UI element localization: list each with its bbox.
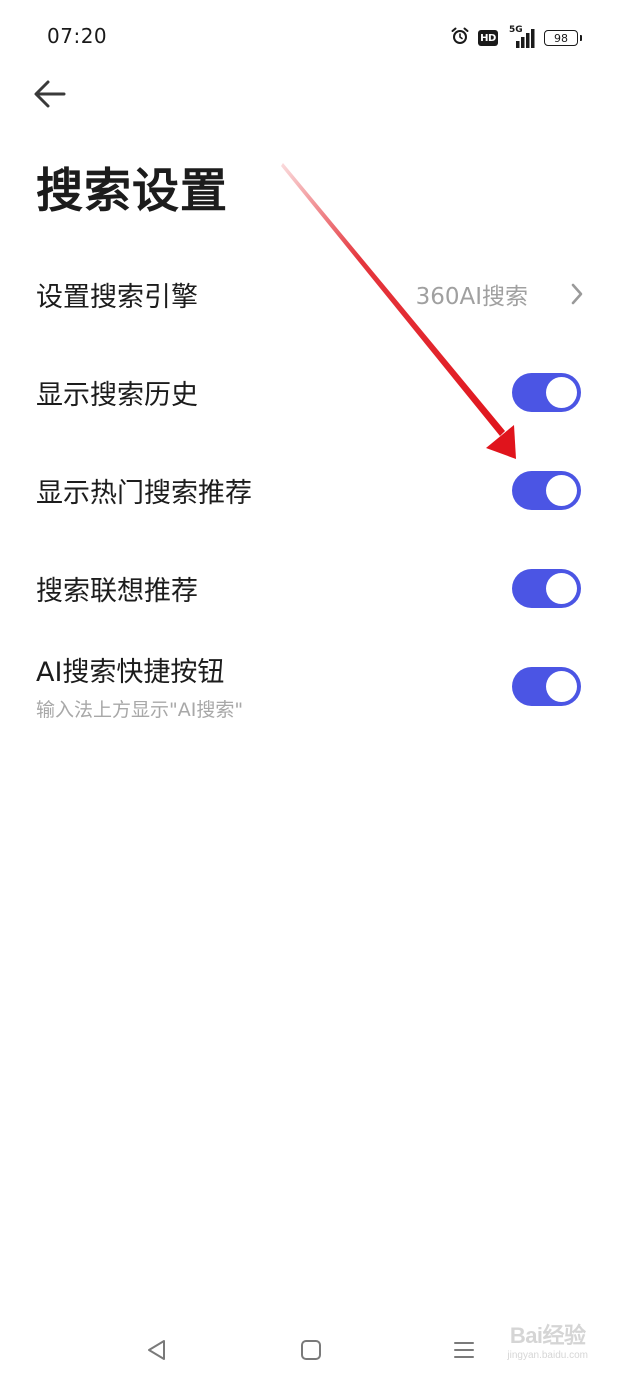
setting-show-search-history: 显示搜索历史 <box>0 343 620 441</box>
square-home-icon <box>299 1338 323 1366</box>
setting-show-hot-search: 显示热门搜索推荐 <box>0 441 620 539</box>
triangle-back-icon <box>145 1338 169 1366</box>
status-bar: 07:20 HD 5G 98 <box>0 0 620 76</box>
baidu-watermark: Bai经验 jingyan.baidu.com <box>507 1318 588 1361</box>
nav-menu-button[interactable] <box>444 1332 484 1372</box>
setting-description: 输入法上方显示"AI搜索" <box>36 699 244 721</box>
chevron-right-icon <box>568 282 586 306</box>
setting-value: 360AI搜索 <box>415 284 528 310</box>
setting-label: 显示热门搜索推荐 <box>36 477 252 509</box>
toggle-switch[interactable] <box>512 666 581 706</box>
menu-lines-icon <box>452 1338 476 1366</box>
signal-icon: 5G <box>506 25 536 49</box>
settings-list: 设置搜索引擎 360AI搜索 显示搜索历史 显示热门搜索推荐 搜索联想推荐 AI… <box>0 245 620 735</box>
setting-search-engine[interactable]: 设置搜索引擎 360AI搜索 <box>0 245 620 343</box>
setting-ai-search-shortcut: AI搜索快捷按钮 输入法上方显示"AI搜索" <box>0 637 620 735</box>
setting-label-group: AI搜索快捷按钮 输入法上方显示"AI搜索" <box>36 650 243 722</box>
setting-label: AI搜索快捷按钮 <box>36 657 225 688</box>
alarm-icon <box>450 26 470 50</box>
toggle-knob <box>546 572 577 604</box>
toggle-switch[interactable] <box>512 568 581 608</box>
toggle-knob <box>546 376 577 408</box>
setting-label: 显示搜索历史 <box>36 379 198 411</box>
toggle-knob <box>546 474 577 506</box>
nav-back-button[interactable] <box>137 1332 177 1372</box>
status-time: 07:20 <box>47 24 108 48</box>
page-title: 搜索设置 <box>36 164 228 219</box>
setting-label: 搜索联想推荐 <box>36 575 198 607</box>
watermark-url: jingyan.baidu.com <box>507 1350 588 1361</box>
toggle-switch[interactable] <box>512 372 581 412</box>
arrow-left-icon <box>33 79 67 113</box>
watermark-logo: Bai经验 <box>509 1323 586 1348</box>
status-icons: HD 5G 98 <box>450 25 582 50</box>
nav-home-button[interactable] <box>291 1332 331 1372</box>
setting-label: 设置搜索引擎 <box>36 281 198 313</box>
hd-badge: HD <box>478 30 498 46</box>
setting-search-suggestions: 搜索联想推荐 <box>0 539 620 637</box>
toggle-switch[interactable] <box>512 470 581 510</box>
battery-indicator: 98 <box>544 30 582 46</box>
toggle-knob <box>546 670 577 702</box>
back-button[interactable] <box>30 76 70 116</box>
